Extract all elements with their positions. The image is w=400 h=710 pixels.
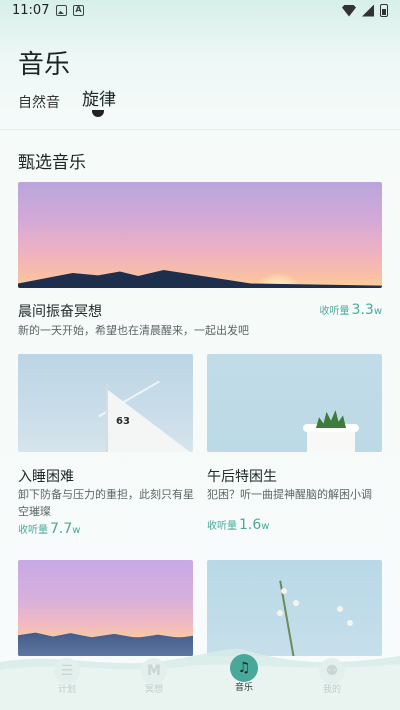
card-title[interactable]: 晨间振奋冥想 bbox=[18, 301, 102, 321]
header-divider bbox=[0, 129, 400, 130]
card-description: 卸下防备与压力的重担，此刻只有星空璀璨 bbox=[18, 488, 194, 518]
status-right bbox=[342, 4, 388, 17]
notification-icons: A bbox=[56, 5, 84, 16]
meditation-icon: M bbox=[141, 658, 167, 684]
battery-icon bbox=[380, 4, 388, 17]
section-title: 甄选音乐 bbox=[18, 153, 86, 173]
listen-count-value: 7.7 bbox=[50, 521, 73, 537]
profile-icon: ⚉ bbox=[319, 658, 345, 684]
blossom-graphic bbox=[293, 600, 299, 606]
nav-label: 冥想 bbox=[144, 685, 163, 695]
sail-number: 63 bbox=[116, 416, 130, 427]
listen-count: 收听量 7.7w bbox=[18, 521, 80, 537]
bottom-navigation: ☰ 计划 M 冥想 ♫ 音乐 ⚉ 我的 bbox=[0, 640, 400, 710]
card-image-sleep[interactable]: 63 bbox=[18, 354, 193, 452]
signal-icon bbox=[362, 4, 374, 17]
nav-label: 我的 bbox=[322, 685, 341, 695]
status-time: 11:07 bbox=[12, 3, 50, 18]
nav-label: 音乐 bbox=[234, 683, 253, 693]
blossom-graphic bbox=[347, 620, 353, 626]
listen-count: 收听量 1.6w bbox=[207, 517, 269, 533]
nav-plan[interactable]: ☰ 计划 bbox=[49, 658, 85, 695]
listen-count-unit: w bbox=[261, 521, 270, 532]
status-bar: 11:07 A bbox=[0, 0, 400, 24]
listen-count-unit: w bbox=[373, 306, 382, 317]
card-image-morning-meditation[interactable] bbox=[18, 182, 382, 288]
tab-nature-sounds[interactable]: 自然音 bbox=[18, 92, 60, 112]
music-note-icon: ♫ bbox=[230, 654, 258, 682]
listen-count-unit: w bbox=[72, 525, 81, 536]
list-icon: ☰ bbox=[54, 658, 80, 684]
mountain-graphic bbox=[18, 270, 382, 288]
card-title[interactable]: 入睡困难 bbox=[18, 466, 74, 486]
page-title: 音乐 bbox=[18, 50, 71, 80]
listen-count-value: 3.3 bbox=[351, 302, 374, 318]
card-title[interactable]: 午后特困生 bbox=[207, 466, 277, 486]
listen-count: 收听量 3.3w bbox=[320, 302, 382, 318]
blossom-graphic bbox=[337, 606, 343, 612]
plant-graphic bbox=[316, 410, 346, 428]
gallery-notification-icon bbox=[56, 5, 67, 16]
mast-graphic bbox=[106, 384, 108, 452]
listen-count-label: 收听量 bbox=[319, 306, 350, 317]
card-description: 犯困？听一曲提神醒脑的解困小调 bbox=[207, 488, 372, 501]
listen-count-label: 收听量 bbox=[18, 525, 48, 536]
category-tabs: 自然音 旋律 bbox=[18, 84, 218, 124]
active-tab-indicator bbox=[92, 110, 104, 117]
listen-count-value: 1.6 bbox=[239, 517, 262, 533]
nav-label: 计划 bbox=[57, 685, 76, 695]
blossom-graphic bbox=[277, 610, 283, 616]
blossom-graphic bbox=[281, 588, 287, 594]
card-image-afternoon[interactable] bbox=[207, 354, 382, 452]
a-notification-icon: A bbox=[73, 5, 84, 16]
nav-meditation[interactable]: M 冥想 bbox=[136, 658, 172, 695]
card-description: 新的一天开始，希望也在清晨醒来，一起出发吧 bbox=[18, 324, 249, 337]
wifi-icon bbox=[342, 4, 356, 17]
nav-profile[interactable]: ⚉ 我的 bbox=[314, 658, 350, 695]
listen-count-label: 收听量 bbox=[207, 521, 237, 532]
nav-music[interactable]: ♫ 音乐 bbox=[226, 654, 262, 693]
tab-melody[interactable]: 旋律 bbox=[82, 85, 116, 110]
